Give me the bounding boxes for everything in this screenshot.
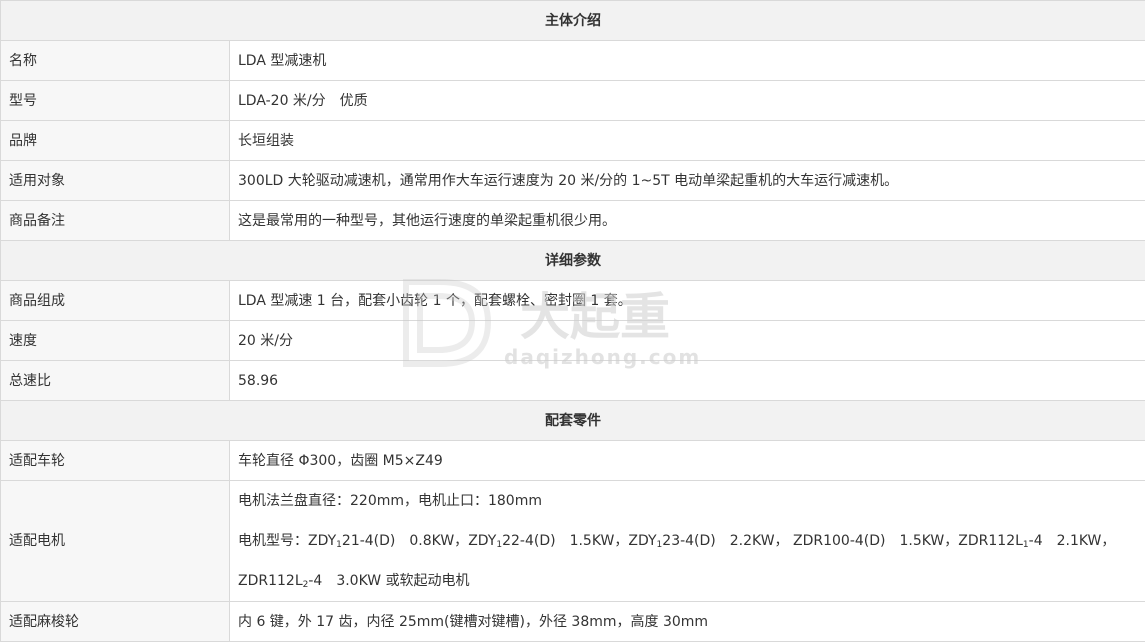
motor-model-3: ZDR100-4(D) 1.5KW， [793,533,959,549]
row-value-sprocket: 内 6 键，外 17 齿，内径 25mm(键槽对键槽)，外径 38mm，高度 3… [229,601,1145,642]
row-value-brand: 长垣组装 [229,120,1145,161]
motor-models-line: 电机型号：ZDY121-4(D) 0.8KW，ZDY122-4(D) 1.5KW… [238,521,1137,561]
row-label-model: 型号 [0,80,230,121]
motor-model-2: ZDY123-4(D) 2.2KW， [628,533,793,550]
row-label-remark: 商品备注 [0,200,230,241]
spec-table: 主体介绍 名称 LDA 型减速机 型号 LDA-20 米/分 优质 品牌 长垣组… [0,0,1145,642]
row-value-wheel: 车轮直径 Φ300，齿圈 M5×Z49 [229,440,1145,481]
row-label-composition: 商品组成 [0,280,230,321]
row-label-speed: 速度 [0,320,230,361]
table-row: 适用对象 300LD 大轮驱动减速机，通常用作大车运行速度为 20 米/分的 1… [0,160,1145,201]
row-value-speed: 20 米/分 [229,320,1145,361]
section-title-intro: 主体介绍 [0,0,1145,41]
table-row: 商品备注 这是最常用的一种型号，其他运行速度的单梁起重机很少用。 [0,200,1145,241]
motor-models-prefix: 电机型号： [238,533,308,549]
row-value-name: LDA 型减速机 [229,40,1145,81]
row-value-applicable: 300LD 大轮驱动减速机，通常用作大车运行速度为 20 米/分的 1~5T 电… [229,160,1145,201]
row-label-applicable: 适用对象 [0,160,230,201]
row-value-motor: 电机法兰盘直径：220mm，电机止口：180mm 电机型号：ZDY121-4(D… [229,480,1145,602]
row-label-wheel: 适配车轮 [0,440,230,481]
row-label-ratio: 总速比 [0,360,230,401]
motor-model-0: ZDY121-4(D) 0.8KW， [308,533,469,550]
row-value-remark: 这是最常用的一种型号，其他运行速度的单梁起重机很少用。 [229,200,1145,241]
table-row: 名称 LDA 型减速机 [0,40,1145,81]
table-row: 适配麻梭轮 内 6 键，外 17 齿，内径 25mm(键槽对键槽)，外径 38m… [0,601,1145,642]
motor-model-4: ZDR112L1-4 2.1KW， [958,533,1116,550]
row-label-motor: 适配电机 [0,480,230,602]
motor-models-line-2: ZDR112L2-4 3.0KW 或软起动电机 [238,561,1137,601]
table-row: 型号 LDA-20 米/分 优质 [0,80,1145,121]
row-label-name: 名称 [0,40,230,81]
row-label-sprocket: 适配麻梭轮 [0,601,230,642]
motor-flange-line: 电机法兰盘直径：220mm，电机止口：180mm [238,493,542,509]
table-row: 适配车轮 车轮直径 Φ300，齿圈 M5×Z49 [0,440,1145,481]
table-row: 速度 20 米/分 [0,320,1145,361]
section-title-detail: 详细参数 [0,240,1145,281]
row-label-brand: 品牌 [0,120,230,161]
row-value-composition: LDA 型减速 1 台，配套小齿轮 1 个，配套螺栓、密封圈 1 套。 [229,280,1145,321]
motor-model-1: ZDY122-4(D) 1.5KW， [468,533,629,550]
table-row: 适配电机 电机法兰盘直径：220mm，电机止口：180mm 电机型号：ZDY12… [0,480,1145,602]
row-value-model: LDA-20 米/分 优质 [229,80,1145,121]
row-value-ratio: 58.96 [229,360,1145,401]
table-row: 商品组成 LDA 型减速 1 台，配套小齿轮 1 个，配套螺栓、密封圈 1 套。 [0,280,1145,321]
table-row: 总速比 58.96 [0,360,1145,401]
motor-models-suffix: 或软起动电机 [385,573,470,589]
table-row: 品牌 长垣组装 [0,120,1145,161]
motor-model-5: ZDR112L2-4 3.0KW [238,573,386,590]
section-title-parts: 配套零件 [0,400,1145,441]
